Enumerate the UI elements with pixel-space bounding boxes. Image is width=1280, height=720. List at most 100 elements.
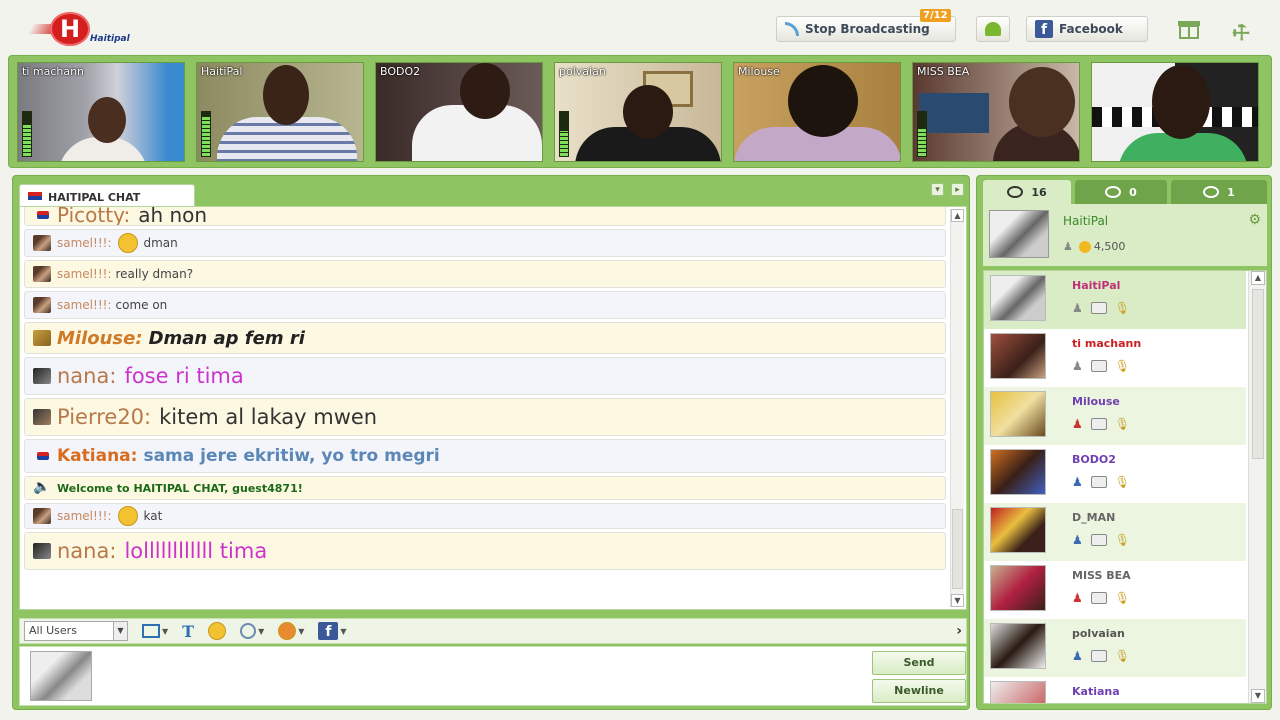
webcam-icon[interactable] <box>1090 302 1107 314</box>
settings-wrench-icon[interactable]: ⚒ <box>1226 12 1260 48</box>
facebook-icon: f <box>1035 20 1053 38</box>
webcam-tile[interactable]: HaitiPal <box>196 62 364 162</box>
message-text: lollllllllllll tima <box>124 539 268 563</box>
user-avatar <box>33 409 51 425</box>
user-list-item[interactable]: ti machann ♟ 🎙 <box>984 329 1246 387</box>
microphone-icon: 🎙 <box>1114 417 1130 431</box>
messages-count: 1 <box>1227 185 1235 199</box>
webcam-tile[interactable]: polvaian <box>554 62 722 162</box>
chat-message: Pierre20: kitem al lakay mwen <box>24 398 946 436</box>
chat-message: Katiana: sama jere ekritiw, yo tro megri <box>24 439 946 473</box>
animations-button[interactable]: ▼ <box>278 621 304 641</box>
message-sender: Picotty: <box>57 206 131 226</box>
message-text: kat <box>143 509 163 523</box>
message-input-area[interactable]: Send Newline <box>19 646 967 706</box>
microphone-icon: 🎙 <box>1114 359 1130 373</box>
message-text: really dman? <box>115 267 194 281</box>
tab-online-users[interactable]: 16 <box>983 180 1071 204</box>
emoticon-button[interactable] <box>208 621 227 641</box>
facebook-share-button[interactable]: f ▼ <box>318 621 347 641</box>
scroll-up-arrow[interactable]: ▲ <box>951 209 964 222</box>
welcome-text: Welcome to HAITIPAL CHAT, guest4871! <box>57 481 303 495</box>
message-text: Dman ap fem ri <box>148 327 305 349</box>
user-list-item[interactable]: HaitiPal ♟ 🎙 <box>984 271 1246 329</box>
user-list-scrollbar[interactable]: ▲ ▼ <box>1248 271 1266 703</box>
audio-level-meter <box>917 111 927 157</box>
text-format-button[interactable]: T <box>182 621 194 641</box>
user-list[interactable]: HaitiPal ♟ 🎙 ti machann ♟ 🎙 Milouse ♟ 🎙 BOD… <box>983 270 1267 704</box>
user-avatar <box>33 508 51 524</box>
webcam-name: MISS BEA <box>917 65 970 78</box>
user-avatar <box>33 330 51 346</box>
webcam-tile[interactable]: MISS BEA <box>912 62 1080 162</box>
minimize-chat-button[interactable]: ▾ <box>931 183 944 196</box>
system-message: 🔈 Welcome to HAITIPAL CHAT, guest4871! <box>24 476 946 500</box>
audio-level-meter <box>201 111 211 157</box>
webcam-icon[interactable] <box>1090 476 1107 488</box>
credits-value: 4,500 <box>1093 240 1126 253</box>
user-list-item[interactable]: Milouse ♟ 🎙 <box>984 387 1246 445</box>
android-button[interactable] <box>976 16 1010 42</box>
animated-emoticon-icon <box>278 622 297 640</box>
webcam-icon[interactable] <box>1090 534 1107 546</box>
speaker-icon: 🔈 <box>33 479 51 495</box>
stop-broadcasting-label: Stop Broadcasting <box>805 22 930 36</box>
webcam-icon[interactable] <box>1090 650 1107 662</box>
user-filter-select[interactable]: All Users ▼ <box>24 621 128 641</box>
webcam-icon[interactable] <box>1090 592 1107 604</box>
chat-toolbar: All Users ▼ ▼ T ▼ ▼ f ▼ › <box>19 618 967 644</box>
send-button[interactable]: Send <box>872 651 966 675</box>
gift-icon[interactable] <box>1178 18 1200 40</box>
top-bar: H Haitipal Stop Broadcasting 7/12 f Face… <box>0 0 1280 58</box>
scroll-thumb[interactable] <box>952 509 963 589</box>
webcam-name: ti machann <box>22 65 85 78</box>
tab-messages[interactable]: 1 <box>1171 180 1267 204</box>
message-sender: Milouse: <box>57 327 143 349</box>
user-list-item[interactable]: D_MAN ♟ 🎙 <box>984 503 1246 561</box>
audio-level-meter <box>559 111 569 157</box>
user-list-item[interactable]: BODO2 ♟ 🎙 <box>984 445 1246 503</box>
user-photo <box>990 275 1046 321</box>
tab-haitipal-chat[interactable]: HAITIPAL CHAT <box>19 184 195 208</box>
tab-friends[interactable]: 0 <box>1075 180 1167 204</box>
chat-tab-label: HAITIPAL CHAT <box>48 191 141 204</box>
webcam-tile[interactable] <box>1091 62 1259 162</box>
friends-icon <box>1105 186 1122 198</box>
user-name: D_MAN <box>1072 511 1116 524</box>
webcam-tile[interactable]: ti machann <box>17 62 185 162</box>
facebook-button[interactable]: f Facebook <box>1026 16 1148 42</box>
screen-share-button[interactable]: ▼ <box>142 621 168 641</box>
attach-button[interactable]: ▼ <box>240 621 264 641</box>
scroll-down-arrow[interactable]: ▼ <box>951 594 964 607</box>
android-icon <box>985 22 1001 36</box>
chat-messages-area[interactable]: Picotty: ah non samel!!!: dman samel!!!:… <box>19 206 967 610</box>
webcam-tile[interactable]: Milouse <box>733 62 901 162</box>
chat-message: samel!!!: really dman? <box>24 260 946 288</box>
toolbar-expand-arrow[interactable]: › <box>956 623 962 639</box>
user-name: MISS BEA <box>1072 569 1131 582</box>
user-list-item[interactable]: MISS BEA ♟ 🎙 <box>984 561 1246 619</box>
chat-scrollbar[interactable]: ▲ ▼ <box>950 209 964 607</box>
my-avatar <box>30 651 92 701</box>
person-icon: ♟ <box>1072 649 1083 663</box>
scroll-up-arrow[interactable]: ▲ <box>1251 271 1265 285</box>
chat-panel: HAITIPAL CHAT ▾ ▸ Picotty: ah non samel!… <box>12 175 970 710</box>
chat-message: Milouse: Dman ap fem ri <box>24 322 946 354</box>
webcam-tile[interactable]: BODO2 <box>375 62 543 162</box>
user-list-item[interactable]: Katiana <box>984 677 1246 703</box>
webcam-icon[interactable] <box>1090 360 1107 372</box>
user-list-item[interactable]: polvaian ♟ 🎙 <box>984 619 1246 677</box>
user-avatar <box>33 368 51 384</box>
user-photo <box>990 333 1046 379</box>
gear-icon[interactable]: ⚙ <box>1248 212 1261 228</box>
haitipal-logo[interactable]: H Haitipal <box>27 10 130 50</box>
scroll-thumb[interactable] <box>1252 289 1264 459</box>
newline-button[interactable]: Newline <box>872 679 966 703</box>
popout-chat-button[interactable]: ▸ <box>951 183 964 196</box>
my-profile-card[interactable]: HaitiPal ♟ 4,500 ⚙ <box>983 204 1267 266</box>
microphone-icon: 🎙 <box>1114 649 1130 663</box>
user-name: polvaian <box>1072 627 1125 640</box>
user-name: Katiana <box>1072 685 1120 698</box>
webcam-icon[interactable] <box>1090 418 1107 430</box>
scroll-down-arrow[interactable]: ▼ <box>1251 689 1265 703</box>
